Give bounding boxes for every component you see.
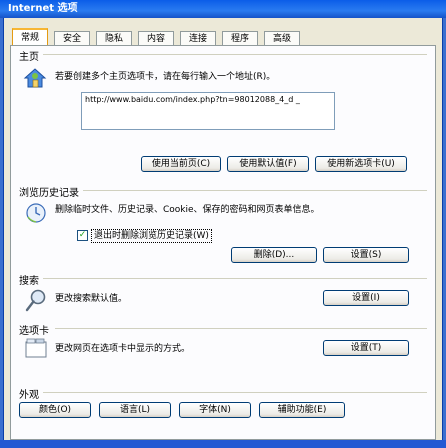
home-page-description: 若要创建多个主页选项卡，请在每行输入一个地址(R)。	[55, 72, 276, 82]
internet-options-dialog: 常规 安全 隐私 内容 连接 程序 高级 主页 若要创建多个主页选项卡，请在每行…	[3, 18, 443, 444]
home-page-url-value: http://www.baidu.com/index.php?tn=980120…	[85, 95, 300, 104]
delete-history-button[interactable]: 删除(D)...	[231, 247, 317, 263]
tabs-icon	[25, 338, 47, 358]
appearance-section-label: 外观	[19, 386, 43, 401]
history-settings-button[interactable]: 设置(S)	[323, 247, 409, 263]
accessibility-button[interactable]: 辅助功能(E)	[259, 402, 345, 418]
delete-history-on-exit-label[interactable]: 退出时删除浏览历史记录(W)	[91, 229, 212, 243]
tab-connections[interactable]: 连接	[180, 31, 216, 46]
search-group-line	[35, 278, 427, 279]
browsing-history-description: 删除临时文件、历史记录、Cookie、保存的密码和网页表单信息。	[55, 205, 320, 215]
tabs-description: 更改网页在选项卡中显示的方式。	[55, 344, 191, 354]
delete-history-on-exit-checkbox[interactable]: ✓	[77, 230, 88, 241]
languages-button[interactable]: 语言(L)	[99, 402, 171, 418]
tabs-group-line	[55, 328, 427, 329]
tabs-section-label: 选项卡	[19, 322, 53, 337]
fonts-button[interactable]: 字体(N)	[179, 402, 251, 418]
tab-security[interactable]: 安全	[54, 31, 90, 46]
browsing-history-group-line	[83, 190, 427, 191]
tab-programs[interactable]: 程序	[222, 31, 258, 46]
home-page-section-label: 主页	[19, 48, 43, 63]
search-description: 更改搜索默认值。	[55, 294, 128, 304]
home-page-icon	[23, 68, 47, 88]
home-page-group-line	[35, 54, 427, 55]
search-icon	[25, 289, 46, 312]
appearance-group-line	[41, 392, 427, 393]
use-new-tab-button[interactable]: 使用新选项卡(U)	[315, 156, 407, 172]
use-current-button[interactable]: 使用当前页(C)	[141, 156, 221, 172]
tab-privacy[interactable]: 隐私	[96, 31, 132, 46]
colors-button[interactable]: 颜色(O)	[19, 402, 91, 418]
tab-advanced[interactable]: 高级	[264, 31, 300, 46]
tab-general[interactable]: 常规	[12, 28, 48, 46]
window-title: Internet 选项	[8, 3, 78, 14]
tab-strip: 常规 安全 隐私 内容 连接 程序 高级	[12, 28, 306, 46]
general-tab-panel: 主页 若要创建多个主页选项卡，请在每行输入一个地址(R)。 http://www…	[10, 45, 436, 440]
browsing-history-section-label: 浏览历史记录	[19, 184, 83, 199]
tabs-settings-button[interactable]: 设置(T)	[323, 340, 409, 356]
search-section-label: 搜索	[19, 272, 43, 287]
tab-content[interactable]: 内容	[138, 31, 174, 46]
taskbar-strip	[0, 440, 446, 448]
window-title-bar[interactable]: Internet 选项	[0, 0, 446, 18]
use-default-button[interactable]: 使用默认值(F)	[227, 156, 309, 172]
home-page-url-textarea[interactable]: http://www.baidu.com/index.php?tn=980120…	[81, 92, 335, 130]
search-settings-button[interactable]: 设置(I)	[323, 290, 409, 306]
browsing-history-icon	[26, 203, 46, 223]
